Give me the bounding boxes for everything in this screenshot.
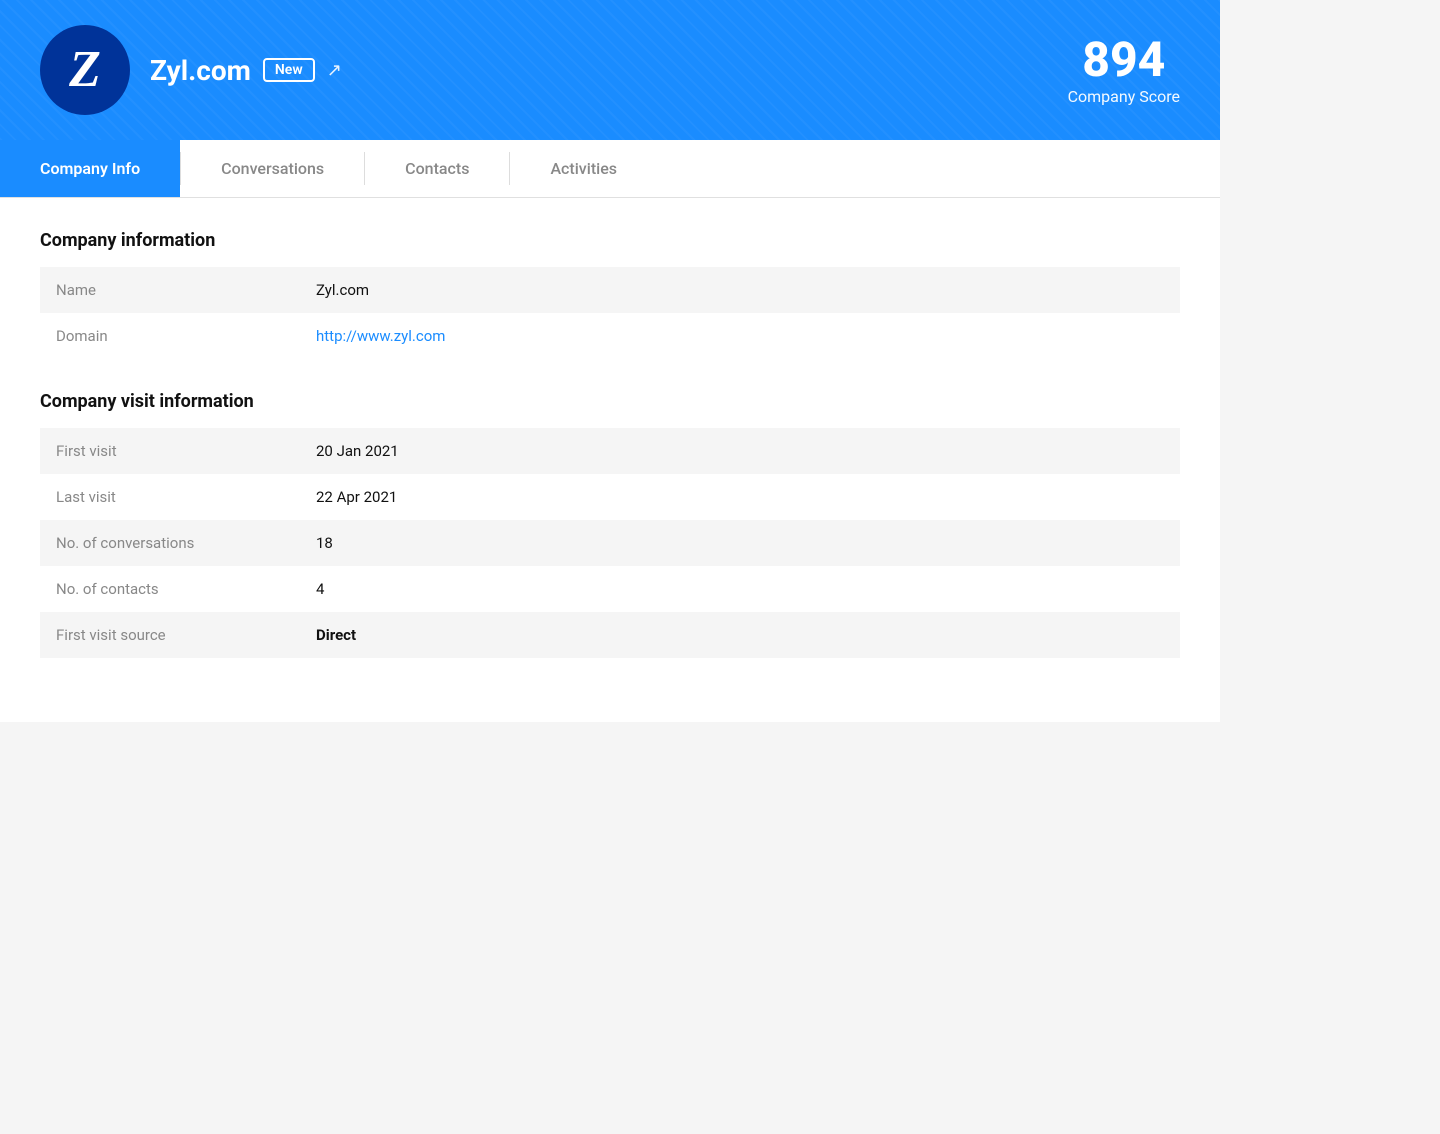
domain-link[interactable]: http://www.zyl.com	[316, 327, 445, 345]
company-score-block: 894 Company Score	[1068, 34, 1180, 106]
field-value-num-conversations: 18	[300, 520, 1180, 566]
tab-conversations[interactable]: Conversations	[181, 140, 364, 197]
field-label-num-conversations: No. of conversations	[40, 520, 300, 566]
field-label-first-visit-source: First visit source	[40, 612, 300, 658]
company-information-table: Name Zyl.com Domain http://www.zyl.com	[40, 267, 1180, 359]
visit-information-title: Company visit information	[40, 391, 1180, 412]
table-row: First visit 20 Jan 2021	[40, 428, 1180, 474]
field-label-num-contacts: No. of contacts	[40, 566, 300, 612]
tab-activities[interactable]: Activities	[510, 140, 657, 197]
table-row: Last visit 22 Apr 2021	[40, 474, 1180, 520]
main-content: Company information Name Zyl.com Domain …	[0, 198, 1220, 722]
table-row: First visit source Direct	[40, 612, 1180, 658]
visit-information-table: First visit 20 Jan 2021 Last visit 22 Ap…	[40, 428, 1180, 658]
field-label-name: Name	[40, 267, 300, 313]
field-label-domain: Domain	[40, 313, 300, 359]
field-value-first-visit: 20 Jan 2021	[300, 428, 1180, 474]
field-value-name: Zyl.com	[300, 267, 1180, 313]
company-logo: Z	[40, 25, 130, 115]
tabs-bar: Company Info Conversations Contacts Acti…	[0, 140, 1220, 198]
score-label: Company Score	[1068, 87, 1180, 106]
score-number: 894	[1068, 34, 1180, 87]
table-row: Domain http://www.zyl.com	[40, 313, 1180, 359]
company-name-group: Zyl.com New ↗	[150, 54, 342, 87]
company-information-title: Company information	[40, 230, 1180, 251]
field-value-domain: http://www.zyl.com	[300, 313, 1180, 359]
table-row: No. of contacts 4	[40, 566, 1180, 612]
field-value-last-visit: 22 Apr 2021	[300, 474, 1180, 520]
table-row: Name Zyl.com	[40, 267, 1180, 313]
logo-letter: Z	[69, 44, 101, 96]
new-badge: New	[263, 58, 315, 82]
tab-contacts[interactable]: Contacts	[365, 140, 509, 197]
tab-company-info[interactable]: Company Info	[0, 140, 180, 197]
field-value-num-contacts: 4	[300, 566, 1180, 612]
field-label-first-visit: First visit	[40, 428, 300, 474]
external-link-icon[interactable]: ↗	[327, 60, 342, 81]
header-left: Z Zyl.com New ↗	[40, 25, 342, 115]
company-name: Zyl.com	[150, 54, 251, 87]
table-row: No. of conversations 18	[40, 520, 1180, 566]
field-value-first-visit-source: Direct	[300, 612, 1180, 658]
page-header: Z Zyl.com New ↗ 894 Company Score	[0, 0, 1220, 140]
field-label-last-visit: Last visit	[40, 474, 300, 520]
